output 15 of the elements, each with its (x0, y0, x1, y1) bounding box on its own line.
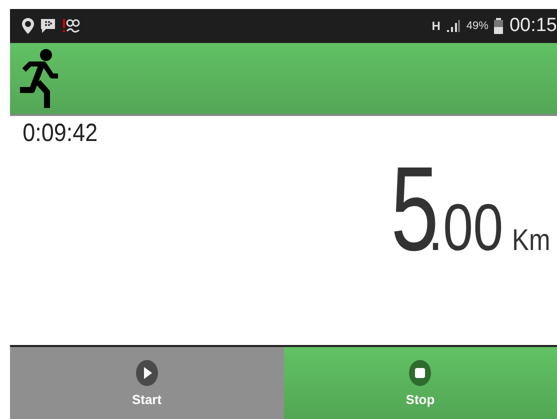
battery-percent-text: 49% (466, 20, 488, 32)
running-person-icon (18, 48, 58, 110)
location-pin-icon (22, 18, 34, 34)
signal-icon (446, 18, 460, 33)
stop-icon (409, 360, 432, 386)
stop-button[interactable]: Stop (284, 347, 557, 419)
chat-bubble-icon (40, 18, 56, 34)
start-button[interactable]: Start (10, 347, 284, 419)
elapsed-time: 0:09:42 (22, 118, 99, 150)
notification-warning-icon (62, 18, 80, 34)
play-icon (136, 360, 158, 386)
network-type-text: H (432, 18, 440, 33)
battery-icon (494, 18, 504, 34)
distance-unit: Km (512, 224, 550, 258)
clock-time: 00:15 (509, 14, 557, 37)
